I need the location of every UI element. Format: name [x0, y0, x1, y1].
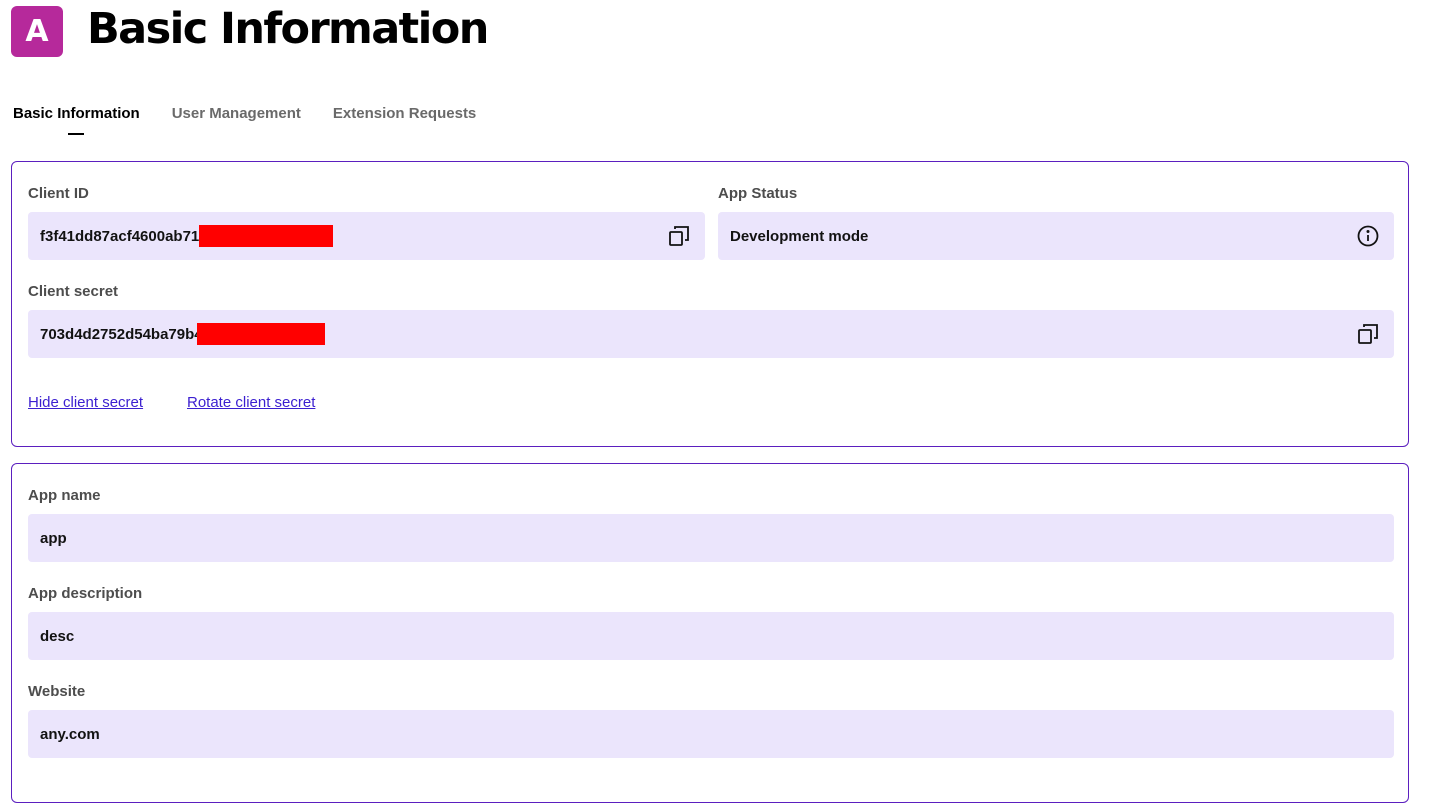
app-name-value: app [40, 529, 67, 547]
page-title: Basic Information [87, 4, 489, 54]
client-id-value: f3f41dd87acf4600ab71 [40, 227, 200, 245]
credentials-card: Client ID f3f41dd87acf4600ab71 App Statu… [11, 161, 1409, 447]
client-id-label: Client ID [28, 185, 89, 202]
tab-bar: Basic Information User Management Extens… [13, 104, 476, 124]
client-secret-value: 703d4d2752d54ba79b4 [40, 325, 203, 343]
copy-icon [1358, 324, 1378, 344]
website-value: any.com [40, 725, 100, 743]
tab-basic-information[interactable]: Basic Information [13, 104, 140, 124]
app-name-label: App name [28, 487, 101, 504]
redaction-box [196, 323, 325, 345]
tab-user-management[interactable]: User Management [172, 104, 301, 124]
app-status-label: App Status [718, 185, 798, 202]
info-icon [1357, 225, 1379, 247]
app-avatar: A [11, 6, 63, 57]
hide-client-secret-link[interactable]: Hide client secret [28, 393, 143, 413]
rotate-client-secret-link[interactable]: Rotate client secret [187, 393, 315, 413]
tab-extension-requests[interactable]: Extension Requests [333, 104, 476, 124]
client-secret-label: Client secret [28, 283, 119, 300]
app-description-field[interactable]: desc [28, 612, 1394, 660]
client-secret-field: 703d4d2752d54ba79b4 [28, 310, 1394, 358]
copy-icon [669, 226, 689, 246]
app-description-value: desc [40, 627, 75, 645]
redaction-box [199, 225, 334, 247]
app-status-info-button[interactable] [1356, 224, 1380, 248]
app-name-field[interactable]: app [28, 514, 1394, 562]
client-id-field: f3f41dd87acf4600ab71 [28, 212, 705, 260]
app-status-field: Development mode [718, 212, 1394, 260]
copy-client-secret-button[interactable] [1356, 322, 1380, 346]
website-field[interactable]: any.com [28, 710, 1394, 758]
copy-client-id-button[interactable] [667, 224, 691, 248]
website-label: Website [28, 683, 86, 700]
app-details-card: App name app App description desc Websit… [11, 463, 1409, 803]
app-description-label: App description [28, 585, 143, 602]
app-status-value: Development mode [730, 227, 869, 245]
